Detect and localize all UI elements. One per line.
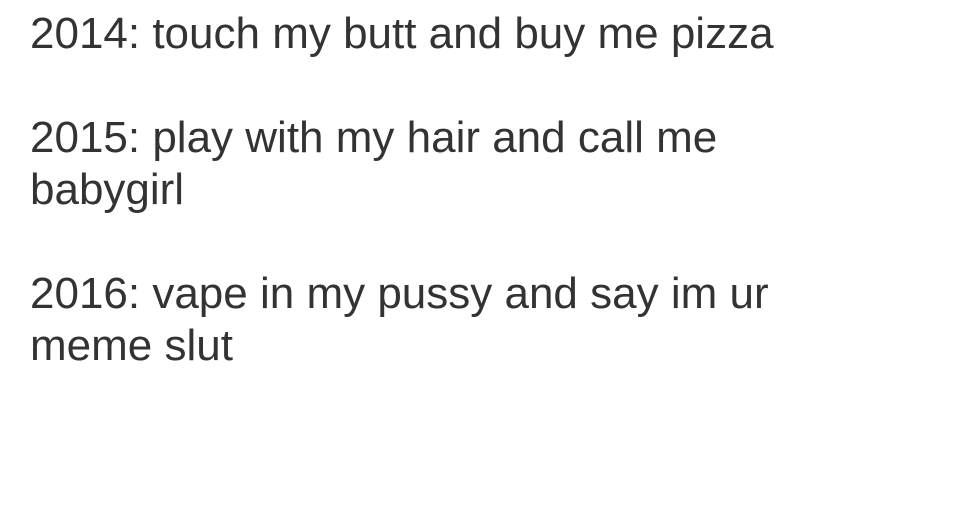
entry-2015: 2015: play with my hair and call me baby…	[30, 112, 940, 216]
entry-line: 2015: play with my hair and call me	[30, 113, 718, 162]
entry-line: meme slut	[30, 321, 233, 370]
entry-2016: 2016: vape in my pussy and say im ur mem…	[30, 268, 940, 372]
entry-2014: 2014: touch my butt and buy me pizza	[30, 8, 940, 60]
entry-line: 2016: vape in my pussy and say im ur	[30, 269, 769, 318]
post-text: 2014: touch my butt and buy me pizza 201…	[30, 8, 940, 372]
entry-line: 2014: touch my butt and buy me pizza	[30, 9, 774, 58]
entry-line: babygirl	[30, 165, 185, 214]
